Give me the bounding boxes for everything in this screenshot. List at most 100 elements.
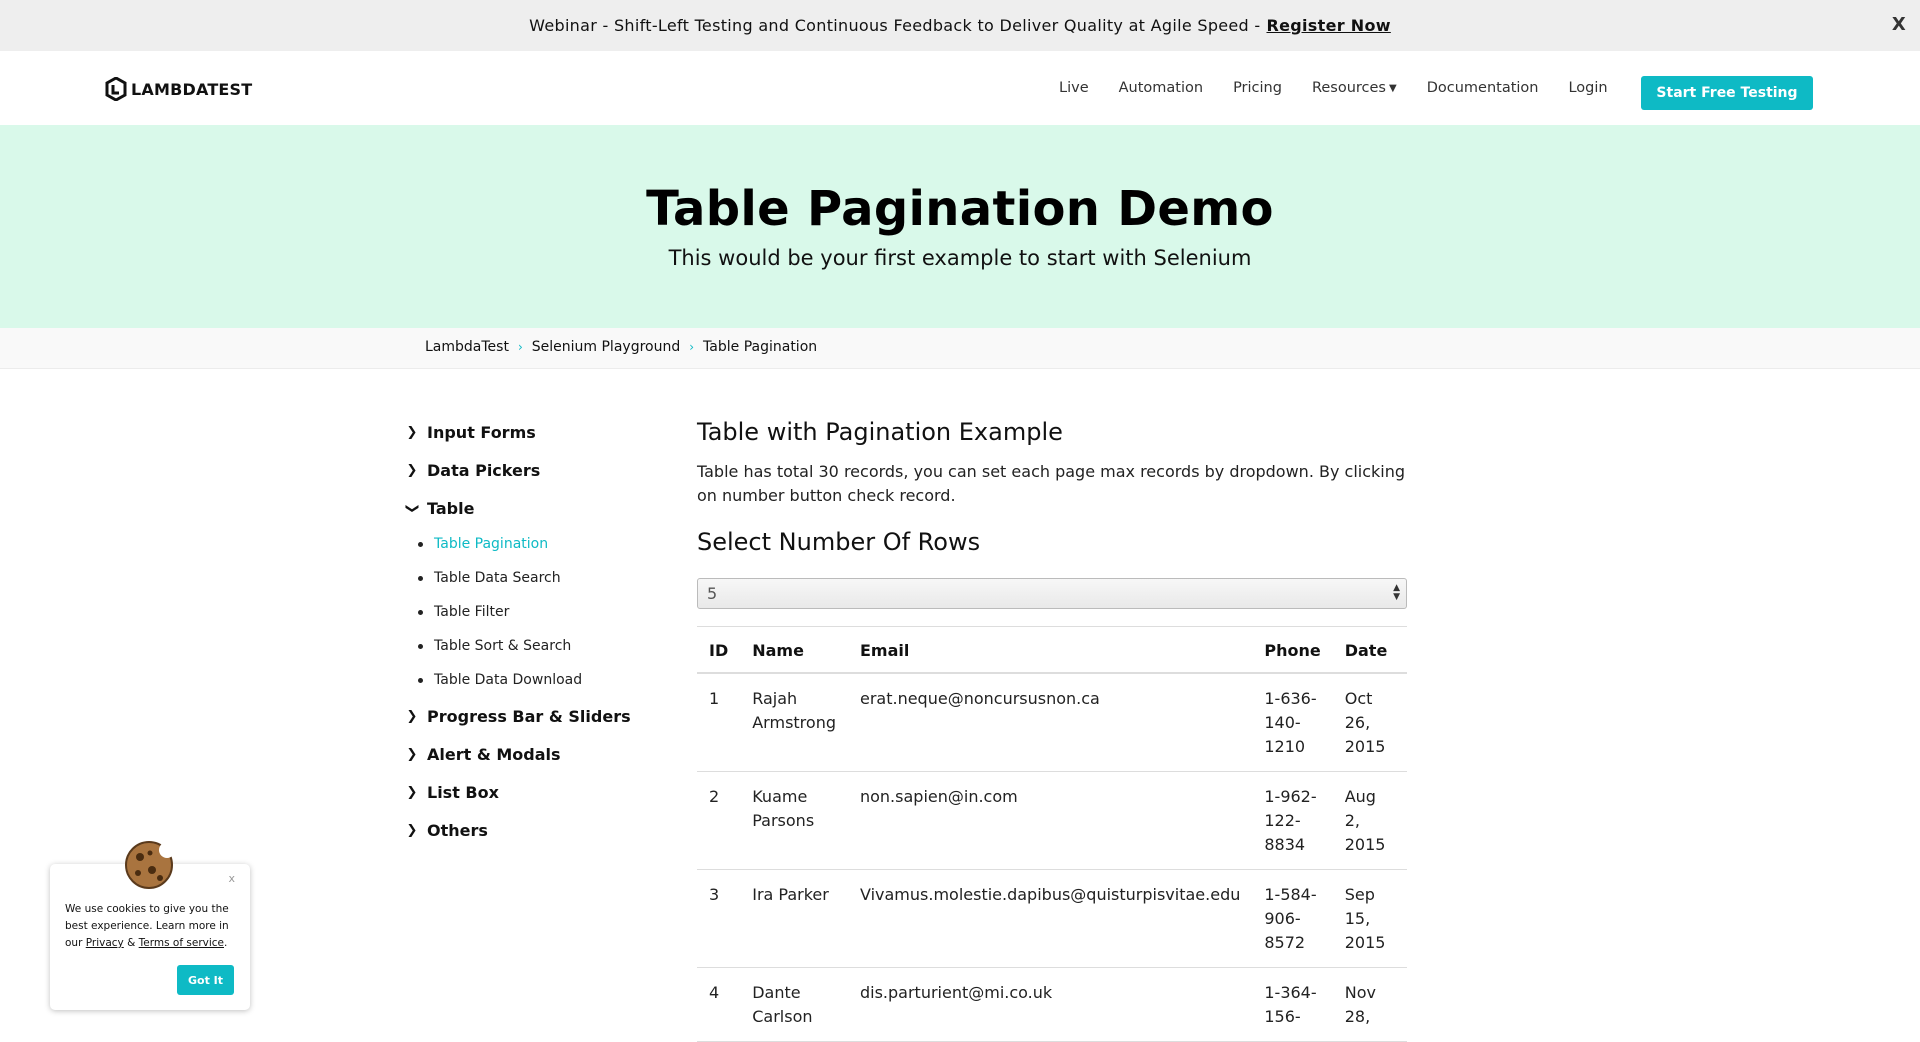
sidebar-item-label: Alert & Modals (427, 745, 561, 764)
chevron-down-icon: ❯ (404, 503, 420, 514)
site-header: LAMBDATEST Live Automation Pricing Resou… (0, 51, 1920, 125)
sidebar-subitem-label: Table Data Download (434, 672, 583, 688)
sidebar-item-others[interactable]: ❯ Others (404, 821, 488, 840)
cell-date: Sep 15, 2015 (1332, 869, 1407, 968)
cell-email: erat.neque@noncursusnon.ca (847, 673, 1253, 772)
cookie-consent-popup: x We use cookies to give you the best ex… (50, 841, 250, 1010)
rows-per-page-value: 5 (707, 584, 718, 603)
cell-email: dis.parturient@mi.co.uk (847, 967, 1253, 1042)
chevron-right-icon: ❯ (406, 463, 418, 478)
sidebar-item-label: Table (427, 499, 475, 518)
table-row: 2 Kuame Parsons non.sapien@in.com 1-962-… (697, 771, 1407, 870)
cookie-icon (125, 841, 174, 889)
cookie-period: . (224, 937, 228, 949)
cell-name: Rajah Armstrong (740, 673, 848, 772)
chevron-right-icon: ❯ (406, 785, 418, 800)
start-free-testing-button[interactable]: Start Free Testing (1641, 76, 1813, 110)
sidebar-subitem-label: Table Pagination (434, 536, 549, 552)
nav-automation[interactable]: Automation (1119, 80, 1203, 96)
sidebar-item-label: List Box (427, 783, 499, 802)
bullet-icon (418, 677, 423, 683)
chevron-right-icon: ❯ (406, 425, 418, 440)
sidebar-item-input-forms[interactable]: ❯ Input Forms (404, 423, 536, 442)
sidebar-item-label: Progress Bar & Sliders (427, 707, 631, 726)
sidebar-subitem-table-filter[interactable]: Table Filter (418, 604, 509, 620)
sidebar-item-list-box[interactable]: ❯ List Box (404, 783, 499, 802)
column-header-name: Name (740, 626, 848, 674)
cell-phone: 1-364-156- (1252, 967, 1333, 1042)
column-header-email: Email (847, 626, 1253, 674)
cell-date: Nov 28, (1332, 967, 1407, 1042)
sidebar-item-label: Input Forms (427, 423, 536, 442)
cell-name: Kuame Parsons (740, 771, 848, 870)
table-row: 3 Ira Parker Vivamus.molestie.dapibus@qu… (697, 869, 1407, 968)
privacy-link[interactable]: Privacy (86, 937, 124, 949)
rows-per-page-select[interactable]: 5 ▲ ▼ (697, 578, 1407, 609)
cell-date: Oct 26, 2015 (1332, 673, 1407, 772)
bullet-icon (418, 643, 423, 649)
sidebar-subitem-table-pagination[interactable]: Table Pagination (418, 536, 548, 552)
section-title: Table with Pagination Example (697, 418, 1063, 446)
column-header-id: ID (697, 626, 741, 674)
sidebar-item-label: Others (427, 821, 488, 840)
nav-resources[interactable]: Resources ▼ (1312, 80, 1397, 96)
sidebar-item-data-pickers[interactable]: ❯ Data Pickers (404, 461, 541, 480)
sidebar-item-label: Data Pickers (427, 461, 541, 480)
bullet-icon (418, 541, 423, 547)
terms-of-service-link[interactable]: Terms of service (139, 937, 224, 949)
lambdatest-logo-icon (105, 77, 127, 101)
cell-name: Dante Carlson (740, 967, 848, 1042)
page-title: Table Pagination Demo (646, 181, 1274, 237)
breadcrumb-separator-icon: › (689, 340, 695, 354)
cell-phone: 1-584-906-8572 (1252, 869, 1333, 968)
lambdatest-logo[interactable]: LAMBDATEST (105, 77, 252, 101)
banner-text: Webinar - Shift-Left Testing and Continu… (529, 16, 1261, 35)
nav-documentation[interactable]: Documentation (1427, 80, 1539, 96)
nav-login[interactable]: Login (1568, 80, 1607, 96)
close-cookie-icon[interactable]: x (228, 872, 235, 885)
rows-select-title: Select Number Of Rows (697, 528, 981, 556)
breadcrumb-table-pagination: Table Pagination (703, 339, 818, 355)
breadcrumb-selenium-playground[interactable]: Selenium Playground (532, 339, 680, 355)
logo-text: LAMBDATEST (131, 79, 253, 99)
cell-email: non.sapien@in.com (847, 771, 1253, 870)
cell-email: Vivamus.molestie.dapibus@quisturpisvitae… (847, 869, 1253, 968)
column-header-date: Date (1332, 626, 1407, 674)
sidebar-subitem-table-sort-search[interactable]: Table Sort & Search (418, 638, 571, 654)
nav-pricing[interactable]: Pricing (1233, 80, 1282, 96)
breadcrumb-lambdatest[interactable]: LambdaTest (425, 339, 509, 355)
got-it-button[interactable]: Got It (177, 965, 234, 995)
section-description: Table has total 30 records, you can set … (697, 462, 1406, 505)
sidebar-item-table[interactable]: ❯ Table (404, 499, 475, 518)
bullet-icon (418, 609, 423, 615)
sidebar-item-alert-modals[interactable]: ❯ Alert & Modals (404, 745, 561, 764)
register-now-link[interactable]: Register Now (1266, 16, 1390, 35)
sidebar-subitem-table-data-download[interactable]: Table Data Download (418, 672, 582, 688)
breadcrumb-separator-icon: › (517, 340, 523, 354)
sidebar-subitem-table-data-search[interactable]: Table Data Search (418, 570, 561, 586)
cell-phone: 1-962-122-8834 (1252, 771, 1333, 870)
chevron-right-icon: ❯ (406, 747, 418, 762)
cell-id: 2 (697, 771, 741, 870)
sidebar-item-progress-bar-sliders[interactable]: ❯ Progress Bar & Sliders (404, 707, 631, 726)
page-subtitle: This would be your first example to star… (668, 246, 1252, 270)
select-arrows-icon: ▲ ▼ (1393, 583, 1400, 602)
cell-date: Aug 2, 2015 (1332, 771, 1407, 870)
chevron-down-icon: ▼ (1389, 82, 1397, 94)
table-row: 1 Rajah Armstrong erat.neque@noncursusno… (697, 673, 1407, 772)
sidebar-subitem-label: Table Filter (434, 604, 510, 620)
cell-phone: 1-636-140-1210 (1252, 673, 1333, 772)
close-banner-icon[interactable]: X (1892, 14, 1906, 35)
webinar-banner: Webinar - Shift-Left Testing and Continu… (0, 0, 1920, 51)
nav-resources-label: Resources (1311, 80, 1386, 96)
breadcrumb: LambdaTest › Selenium Playground › Table… (0, 328, 1920, 369)
sidebar-subitem-label: Table Data Search (434, 570, 561, 586)
cookie-text: We use cookies to give you the best expe… (65, 901, 240, 952)
cell-id: 3 (697, 869, 741, 968)
bullet-icon (418, 575, 423, 581)
column-header-phone: Phone (1252, 626, 1333, 674)
table-header-row: ID Name Email Phone Date (697, 626, 1407, 674)
cell-id: 4 (697, 967, 741, 1042)
nav-live[interactable]: Live (1059, 80, 1089, 96)
cell-id: 1 (697, 673, 741, 772)
